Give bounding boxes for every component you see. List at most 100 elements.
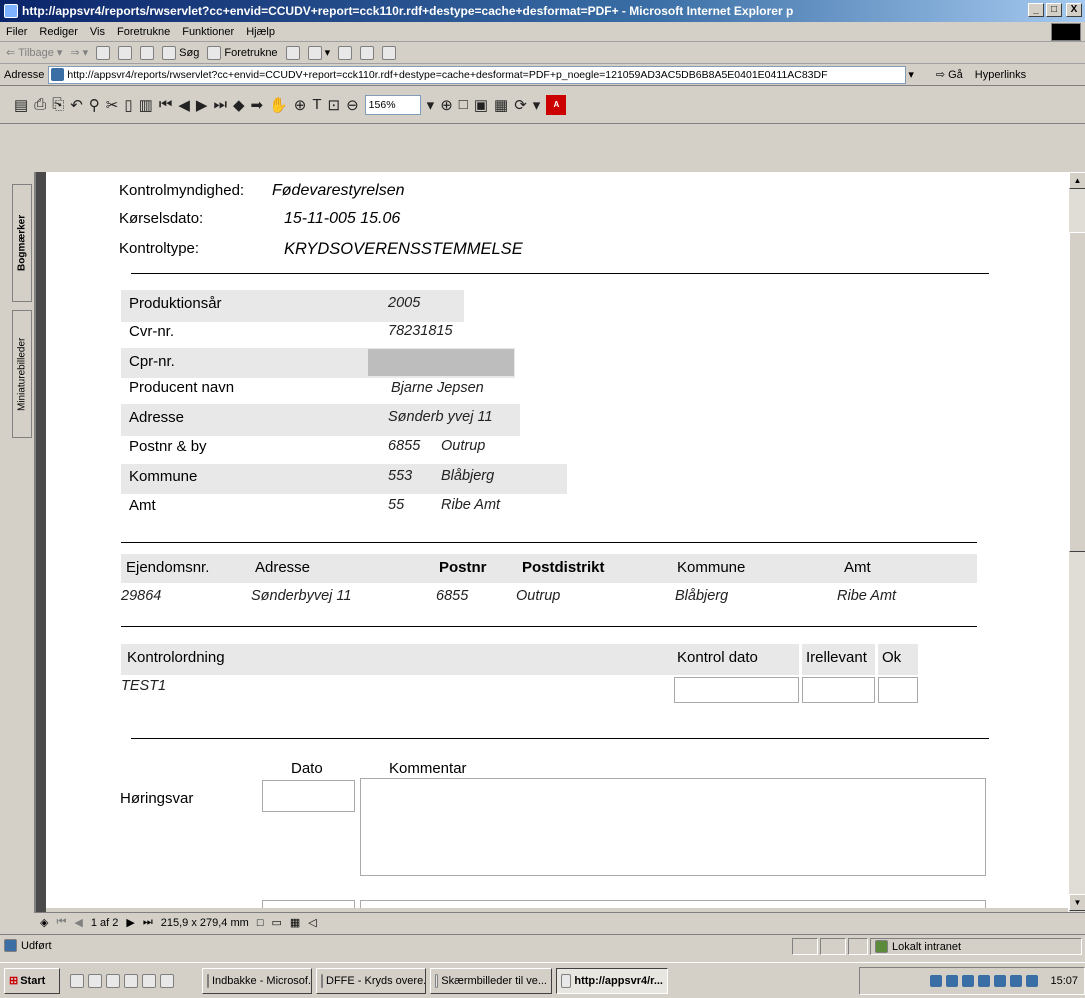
zoom-dropdown-icon[interactable]: ▾ [427,96,435,114]
go-button[interactable]: ⇨ Gå [935,68,963,82]
forward-button[interactable]: ⇒ ▾ [70,46,88,59]
vertical-scrollbar[interactable]: ▲ ▼ [1068,172,1085,914]
app-quicklaunch-icon[interactable] [160,973,174,988]
links-button[interactable]: Hyperlinks [975,69,1026,81]
close-button[interactable]: X [1066,3,1082,17]
panel-icon[interactable]: ▥ [139,96,153,114]
shield-icon[interactable] [962,975,975,987]
menu-funktioner[interactable]: Funktioner [182,26,234,38]
minimize-button[interactable]: _ [1028,3,1044,17]
task-skaermbilleder[interactable]: Skærmbilleder til ve... [430,967,552,994]
favorites-button[interactable]: Foretrukne [207,45,278,60]
next-page-icon[interactable]: ▶ [196,96,208,114]
nav-next-icon[interactable]: ▶ [126,916,134,929]
menu-hjaelp[interactable]: Hjælp [246,26,275,38]
continuous-icon[interactable]: ▭ [271,916,281,929]
nav-first-icon[interactable]: ⏮ [56,916,66,929]
cut-icon[interactable]: ✂ [106,96,119,114]
language-icon[interactable] [994,975,1007,987]
go-arrow-icon: ⇨ [935,69,946,81]
ie-icon [4,4,18,18]
tab-bookmarks[interactable]: Bogmærker [12,184,32,302]
page-indicator[interactable]: 1 af 2 [91,917,119,929]
nav-scroll-left-icon[interactable]: ◁ [308,916,316,929]
scroll-down-icon[interactable]: ▼ [1069,894,1085,911]
desktop-icon[interactable] [106,973,120,988]
hoeringsvar-kommentar-field[interactable] [360,778,986,876]
back-view-icon[interactable]: ◆ [233,96,245,114]
scroll-up-icon[interactable]: ▲ [1069,172,1085,189]
text-select-icon[interactable]: T [312,96,321,113]
discuss-button[interactable] [382,45,397,60]
last-page-icon[interactable]: ⏭ [213,96,227,113]
snapshot-icon[interactable]: ⊡ [328,96,341,114]
word-icon[interactable] [70,973,84,988]
facing-icon[interactable]: ▦ [290,916,300,929]
tray-app-icon[interactable] [1010,975,1023,987]
ok-field[interactable] [878,677,918,703]
nav-last-icon[interactable]: ⏭ [143,916,153,929]
search-quicklaunch-icon[interactable] [124,973,138,988]
undo-icon[interactable]: ↶ [70,96,83,114]
save-icon[interactable]: ▤ [14,96,28,114]
prev-page-icon[interactable]: ◀ [178,96,190,114]
outlook-quicklaunch-icon[interactable] [142,973,156,988]
task-indbakke[interactable]: Indbakke - Microsof... [202,967,312,994]
produktionsaar-label: Produktionsår [129,295,222,312]
history-button[interactable]: ▾ [307,45,330,60]
copy-icon[interactable]: ⎘ [52,96,64,113]
first-page-icon[interactable]: ⏮ [159,96,173,113]
task-dffe[interactable]: DFFE - Kryds overe... [316,967,426,994]
print-button[interactable] [338,45,353,60]
tab-thumbnails[interactable]: Miniaturebilleder [12,310,32,438]
property-col-amt: Amt [844,559,871,576]
nav-prev-icon[interactable]: ◀ [74,916,82,929]
start-button[interactable]: ⊞ Start [4,967,60,994]
stop-button[interactable] [96,45,111,60]
menu-foretrukne[interactable]: Foretrukne [117,26,170,38]
hand-tool-icon[interactable]: ✋ [269,96,288,114]
ie-quicklaunch-icon[interactable] [88,973,102,988]
page-nav-icon[interactable]: ▯ [124,96,132,114]
single-page-icon[interactable]: □ [257,917,264,929]
home-button[interactable] [140,45,155,60]
maximize-button[interactable]: □ [1046,3,1062,17]
fit-page-icon[interactable]: ▣ [474,96,488,114]
address-input[interactable]: http://appsvr4/reports/rwservlet?cc+envi… [48,65,907,84]
kontrol-dato-field[interactable] [674,677,799,703]
scroll-thumb[interactable] [1069,232,1085,552]
antivirus-icon[interactable] [978,975,991,987]
nav-toggle-icon[interactable]: ◈ [40,916,48,929]
task-appsvr4[interactable]: http://appsvr4/r... [556,967,668,994]
rotate-icon[interactable]: ⟳ [514,96,527,114]
menu-filer[interactable]: Filer [6,26,27,38]
media-button[interactable] [285,45,300,60]
menu-rediger[interactable]: Rediger [39,26,78,38]
find-icon[interactable]: ⚲ [89,96,100,114]
zoom-level-input[interactable]: 156% [364,94,421,115]
zoom-out-icon[interactable]: ⊖ [346,96,359,114]
adobe-logo-icon[interactable]: A [546,94,567,115]
more-tools-icon[interactable]: ▾ [533,96,541,114]
search-button[interactable]: Søg [162,45,199,60]
actual-size-icon[interactable]: □ [459,96,468,113]
irellevant-field[interactable] [802,677,875,703]
mail-icon[interactable] [1026,975,1039,987]
zoom-in-icon[interactable]: ⊕ [440,96,453,114]
forward-view-icon[interactable]: ➡ [251,96,264,114]
zoom-tool-icon[interactable]: ⊕ [294,96,307,114]
menu-vis[interactable]: Vis [90,26,105,38]
network-icon[interactable] [946,975,959,987]
print-pdf-icon[interactable]: ⎙ [34,96,46,113]
refresh-button[interactable] [118,45,133,60]
volume-icon[interactable] [930,975,943,987]
edit-button[interactable] [360,45,375,60]
hoeringsvar-dato-field[interactable] [262,780,355,812]
postnr-code: 6855 [388,438,421,454]
next-dato-field[interactable] [262,900,355,908]
address-url: http://appsvr4/reports/rwservlet?cc+envi… [67,68,828,81]
next-kommentar-field[interactable] [360,900,986,908]
back-button[interactable]: ⇐ Tilbage ▾ [6,46,62,60]
fit-width-icon[interactable]: ▦ [494,96,508,114]
address-dropdown-icon[interactable]: ▾ [908,68,914,81]
